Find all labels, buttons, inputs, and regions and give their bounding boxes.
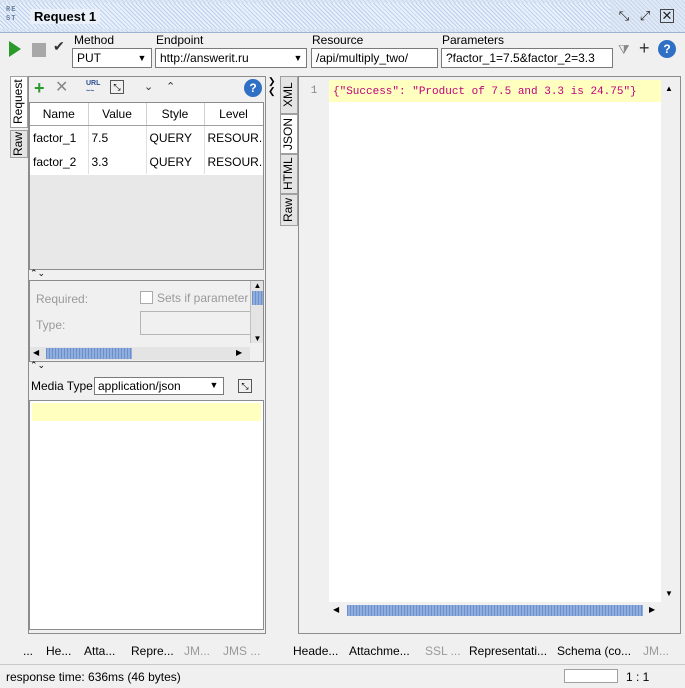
stop-button[interactable] — [32, 43, 46, 57]
tab-attachments[interactable]: Atta... — [84, 644, 115, 660]
rest-logo-icon: RE ST — [6, 6, 17, 23]
table-empty-area — [30, 175, 263, 269]
endpoint-input[interactable]: http://answerit.ru — [155, 48, 307, 68]
window-title: Request 1 — [30, 9, 101, 24]
remove-param-icon[interactable]: ✕ — [55, 79, 68, 97]
cell-name[interactable]: factor_2 — [30, 150, 89, 174]
table-header: Name Value Style Level — [30, 103, 263, 126]
move-down-icon[interactable]: ⌄ — [144, 80, 153, 93]
table-row[interactable]: factor_2 3.3 QUERY RESOUR... — [30, 150, 263, 174]
cell-style[interactable]: QUERY — [146, 150, 205, 174]
tab-json[interactable]: JSON — [280, 114, 298, 154]
resource-label: Resource — [312, 33, 364, 47]
cell-name[interactable]: factor_1 — [30, 125, 89, 150]
media-type-value: application/json — [98, 379, 181, 393]
status-bar: response time: 636ms (46 bytes) 1 : 1 — [0, 664, 685, 688]
method-value: PUT — [77, 51, 101, 65]
type-label: Type: — [36, 318, 66, 332]
tab-ssl-info[interactable]: SSL ... — [425, 644, 461, 660]
url-icon[interactable]: URL ~~ — [86, 80, 100, 96]
splitter-arrows-icon[interactable]: ❯ ❮ — [268, 76, 276, 96]
tab-raw-response[interactable]: Raw — [280, 194, 298, 226]
tag-icon[interactable]: ⧩ — [618, 42, 632, 57]
sets-if-label: Sets if parameter — [157, 291, 249, 305]
parameters-value: ?factor_1=7.5&factor_2=3.3 — [446, 51, 595, 65]
splitter-arrows-icon[interactable]: ⌃⌄ — [30, 360, 45, 370]
tab-response-headers[interactable]: Heade... — [293, 644, 338, 660]
progress-indicator — [564, 669, 618, 683]
chevron-down-icon[interactable]: ▼ — [134, 49, 150, 67]
horizontal-scrollbar[interactable]: ◀ ▶ — [30, 347, 250, 360]
tab-jms[interactable]: JM... — [643, 644, 669, 660]
current-line-highlight — [32, 403, 261, 421]
media-type-label: Media Type — [31, 379, 93, 393]
line-number-gutter: 1 — [300, 80, 328, 620]
splitter-arrows-icon[interactable]: ⌃⌄ — [30, 268, 45, 278]
tab-jms-properties[interactable]: JMS ... — [223, 644, 260, 660]
minimize-icon[interactable]: ⤡ — [617, 9, 631, 23]
endpoint-value: http://answerit.ru — [160, 51, 249, 65]
tab-representations[interactable]: Repre... — [131, 644, 174, 660]
method-label: Method — [74, 33, 115, 47]
endpoint-label: Endpoint — [156, 33, 204, 47]
tab-headers[interactable]: He... — [46, 644, 71, 660]
request-body-editor[interactable] — [29, 400, 264, 630]
expand-icon[interactable]: ⤡ — [110, 80, 124, 94]
cell-value[interactable]: 7.5 — [88, 125, 147, 150]
tab-request[interactable]: Request — [10, 76, 28, 128]
table-row[interactable]: factor_1 7.5 QUERY RESOUR... — [30, 125, 263, 150]
response-editor[interactable]: {"Success": "Product of 7.5 and 3.3 is 2… — [329, 80, 661, 602]
cell-style[interactable]: QUERY — [146, 125, 205, 150]
params-table: Name Value Style Level factor_1 7.5 QUER… — [29, 102, 264, 270]
cell-value[interactable]: 3.3 — [88, 150, 147, 174]
sets-if-checkbox[interactable] — [140, 291, 153, 304]
column-header-name[interactable]: Name — [30, 103, 89, 126]
move-up-icon[interactable]: ⌃ — [166, 80, 175, 93]
help-icon[interactable]: ? — [244, 79, 262, 97]
tab-html[interactable]: HTML — [280, 154, 298, 194]
column-header-value[interactable]: Value — [88, 103, 147, 126]
media-type-select[interactable]: application/json — [94, 377, 224, 395]
parameters-label: Parameters — [442, 33, 505, 47]
parameters-input[interactable]: ?factor_1=7.5&factor_2=3.3 — [441, 48, 613, 68]
tab-raw[interactable]: Raw — [10, 130, 28, 158]
expand-icon[interactable]: ⤡ — [238, 379, 252, 393]
tab-ellipsis[interactable]: ... — [23, 644, 33, 660]
tab-response-attachments[interactable]: Attachme... — [349, 644, 410, 660]
vertical-scrollbar[interactable]: ▲ ▼ — [250, 281, 263, 343]
maximize-icon[interactable]: ⤢ — [638, 9, 652, 23]
vertical-scrollbar[interactable]: ▲ ▼ — [662, 80, 676, 602]
line-number: 1 — [310, 85, 318, 97]
required-label: Required: — [36, 292, 89, 306]
current-line-highlight: {"Success": "Product of 7.5 and 3.3 is 2… — [329, 80, 661, 102]
column-header-style[interactable]: Style — [146, 103, 205, 126]
chevron-down-icon[interactable]: ▼ — [206, 377, 222, 393]
cursor-position: 1 : 1 — [626, 670, 650, 684]
response-time: response time: 636ms (46 bytes) — [6, 670, 181, 684]
column-header-level[interactable]: Level — [204, 103, 263, 126]
param-details-panel: Required: Sets if parameter Type: ▲ ▼ ◀ … — [29, 280, 264, 362]
add-icon[interactable]: + — [639, 39, 653, 57]
add-param-icon[interactable]: + — [34, 79, 45, 97]
resource-input[interactable]: /api/multiply_two/ — [311, 48, 438, 68]
validate-icon[interactable]: ✔ — [53, 38, 69, 58]
tab-response-representations[interactable]: Representati... — [469, 644, 547, 660]
tab-schema[interactable]: Schema (co... — [557, 644, 631, 660]
type-field[interactable] — [140, 311, 252, 335]
help-icon[interactable]: ? — [658, 40, 676, 58]
response-body: {"Success": "Product of 7.5 and 3.3 is 2… — [333, 86, 637, 98]
tab-jms-headers[interactable]: JM... — [184, 644, 210, 660]
run-button[interactable] — [8, 41, 22, 57]
close-icon[interactable]: ✕ — [660, 9, 674, 23]
cell-level[interactable]: RESOUR... — [204, 150, 263, 174]
horizontal-scrollbar[interactable]: ◀ ▶ — [329, 603, 661, 618]
cell-level[interactable]: RESOUR... — [204, 125, 263, 150]
tab-xml[interactable]: XML — [280, 76, 298, 114]
title-bar: RE ST Request 1 ⤡ ⤢ ✕ — [0, 0, 685, 33]
chevron-down-icon[interactable]: ▼ — [290, 49, 306, 67]
resource-value: /api/multiply_two/ — [316, 51, 409, 65]
